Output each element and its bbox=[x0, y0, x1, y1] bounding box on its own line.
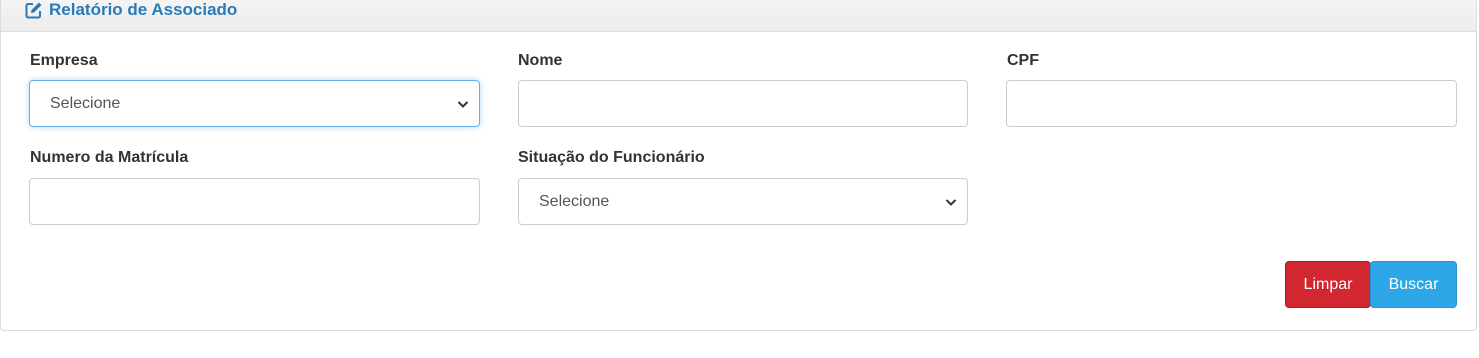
empresa-select[interactable]: Selecione bbox=[29, 80, 480, 127]
cpf-input[interactable] bbox=[1006, 80, 1457, 127]
matricula-input[interactable] bbox=[29, 178, 480, 225]
cpf-label: CPF bbox=[1007, 52, 1039, 69]
chevron-down-icon bbox=[457, 98, 469, 110]
empresa-label: Empresa bbox=[30, 52, 98, 69]
situacao-label: Situação do Funcionário bbox=[518, 149, 705, 166]
chevron-down-icon bbox=[945, 196, 957, 208]
limpar-button[interactable]: Limpar bbox=[1285, 261, 1371, 308]
situacao-select[interactable]: Selecione bbox=[518, 178, 968, 225]
situacao-selected-value: Selecione bbox=[539, 192, 610, 210]
edit-icon bbox=[25, 1, 43, 19]
panel-title-text: Relatório de Associado bbox=[49, 0, 238, 19]
buscar-button[interactable]: Buscar bbox=[1370, 261, 1457, 308]
panel-heading: Relatório de Associado bbox=[1, 0, 1476, 32]
panel-title: Relatório de Associado bbox=[25, 0, 237, 20]
matricula-label: Numero da Matrícula bbox=[30, 149, 189, 166]
nome-label: Nome bbox=[518, 52, 563, 69]
nome-input[interactable] bbox=[518, 80, 968, 127]
report-panel: Relatório de Associado bbox=[0, 0, 1477, 331]
empresa-selected-value: Selecione bbox=[50, 94, 121, 112]
